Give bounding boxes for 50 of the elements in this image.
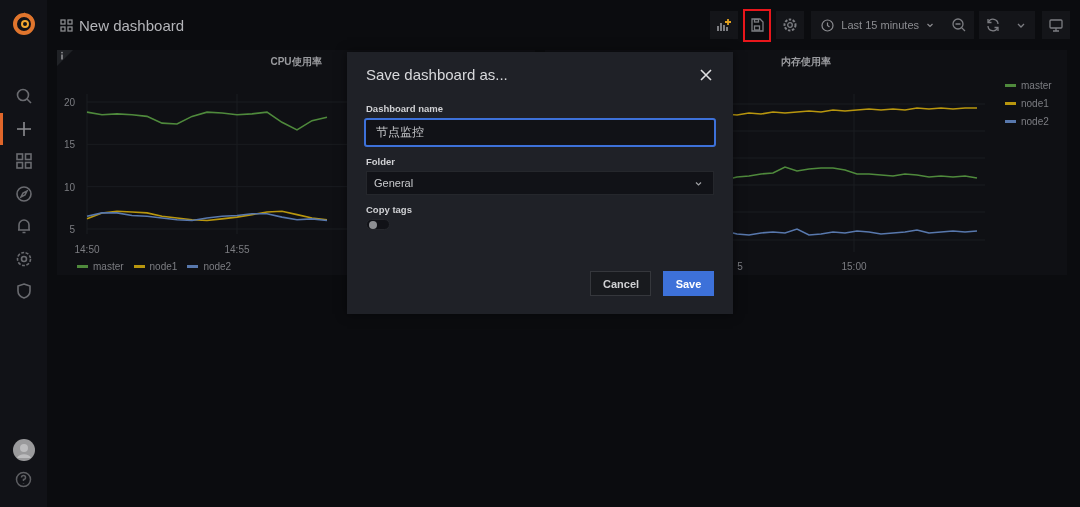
grid-icon [60, 18, 73, 32]
field-label: Dashboard name [366, 103, 444, 114]
axis-label: 15:00 [841, 261, 867, 272]
axis-label: 20 [63, 97, 75, 108]
caret-icon[interactable] [926, 21, 934, 29]
axis-label: 14:50 [74, 244, 100, 255]
legend-label[interactable]: node2 [1021, 116, 1049, 127]
gear-icon[interactable] [782, 17, 799, 33]
axis-label: 14:55 [224, 244, 250, 255]
plus-icon[interactable] [14, 119, 33, 138]
search-icon[interactable] [14, 87, 33, 106]
save-button[interactable] [743, 8, 772, 42]
monitor-icon[interactable] [1048, 17, 1064, 33]
logo-icon[interactable] [11, 12, 36, 36]
avatar-icon[interactable] [12, 439, 35, 461]
cancel-button[interactable]: Cancel [590, 271, 651, 296]
input-field[interactable]: 节点监控 [364, 118, 716, 147]
legend-label[interactable]: master [1021, 80, 1052, 91]
axis-label: 15 [63, 139, 75, 151]
compass-icon[interactable] [14, 184, 33, 203]
clock-icon[interactable] [821, 18, 835, 32]
zoom-out-icon[interactable] [951, 17, 967, 33]
save-button[interactable]: Save [663, 271, 714, 296]
field-label: Copy tags [366, 204, 412, 215]
close-icon[interactable] [700, 68, 712, 81]
bar-chart-plus-icon[interactable] [716, 17, 733, 33]
field-label: Folder [366, 156, 396, 167]
toggle-switch[interactable] [366, 219, 390, 230]
legend-label[interactable]: node2 [203, 261, 232, 272]
monitor-button[interactable] [1042, 11, 1070, 39]
legend-label[interactable]: node1 [149, 261, 178, 272]
dialog-title: Save dashboard as... [366, 66, 508, 83]
legend-label[interactable]: node1 [1021, 98, 1049, 109]
axis-label: 5 [69, 224, 75, 235]
dashboard-title[interactable]: New dashboard [79, 16, 185, 34]
help-icon[interactable] [15, 471, 32, 488]
info-corner-icon[interactable] [57, 50, 73, 66]
axis-label: 10 [63, 181, 75, 193]
refresh-button[interactable] [979, 11, 1007, 39]
grid-icon[interactable] [14, 152, 33, 171]
time-range-picker[interactable]: Last 15 minutes [811, 11, 944, 39]
gear-icon[interactable] [14, 249, 33, 268]
legend-label[interactable]: master [93, 261, 124, 272]
folder-dropdown[interactable]: General [366, 171, 714, 195]
axis-label: 5 [737, 261, 743, 272]
refresh-icon[interactable] [985, 17, 1001, 33]
settings-button[interactable] [776, 11, 805, 39]
shield-icon[interactable] [14, 282, 33, 301]
add-panel-button[interactable] [710, 11, 739, 39]
zoom-out-button[interactable] [944, 11, 974, 39]
